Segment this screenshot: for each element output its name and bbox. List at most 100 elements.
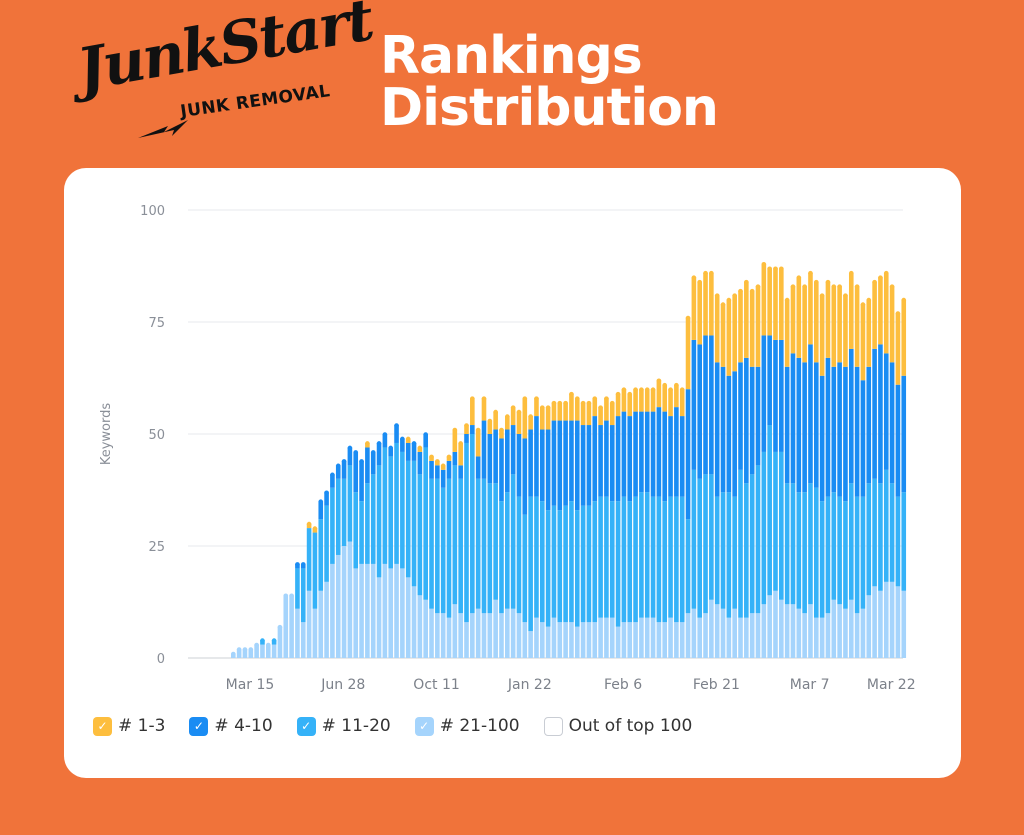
- legend-item[interactable]: ✓ # 4-10: [189, 716, 273, 736]
- bar-segment-1-3: [837, 286, 842, 363]
- bar-segment-4-10: [697, 344, 702, 479]
- bar-segment-21-100: [586, 622, 592, 658]
- bar-segment-4-10: [883, 353, 889, 470]
- bar-segment-11-20: [732, 496, 737, 609]
- legend-checkbox[interactable]: [543, 716, 563, 736]
- bar-stack: [586, 400, 592, 658]
- bar-segment-11-20: [586, 505, 592, 623]
- bar-segment-4-10: [674, 407, 679, 497]
- bar-segment-4-10: [662, 411, 668, 502]
- bar-segment-4-10: [539, 429, 545, 502]
- bar-segment-1-3: [516, 411, 522, 434]
- bar-stack: [679, 387, 685, 658]
- bar-segment-4-10: [901, 375, 907, 493]
- bar-segment-11-20: [429, 478, 434, 609]
- legend-checkbox[interactable]: ✓: [296, 716, 316, 736]
- bar-cap: [732, 293, 737, 298]
- bar-segment-21-100: [493, 599, 498, 658]
- bar-cap: [848, 270, 854, 276]
- legend-item[interactable]: ✓ # 11-20: [296, 716, 391, 736]
- bar-cap: [819, 293, 825, 298]
- bar-segment-4-10: [819, 375, 825, 502]
- bar-segment-11-20: [534, 496, 539, 618]
- bar-segment-4-10: [353, 451, 359, 493]
- bar-segment-4-10: [609, 425, 615, 502]
- bar-cap: [534, 396, 539, 401]
- bar-segment-11-20: [318, 519, 324, 591]
- y-tick-label: 100: [140, 204, 165, 219]
- bar-segment-21-100: [866, 595, 872, 658]
- bar-segment-4-10: [784, 366, 790, 484]
- legend-item[interactable]: ✓ # 1-3: [93, 716, 165, 736]
- bar-segment-1-3: [848, 272, 854, 349]
- legend-checkbox[interactable]: ✓: [414, 716, 434, 736]
- bar-segment-1-3: [703, 272, 708, 336]
- legend-checkbox[interactable]: ✓: [189, 716, 209, 736]
- bar-segment-11-20: [720, 492, 726, 609]
- bar-segment-21-100: [860, 608, 866, 658]
- bar-segment-4-10: [592, 416, 598, 502]
- bar-segment-21-100: [843, 608, 848, 658]
- bar-segment-21-100: [464, 622, 469, 658]
- bar-stack: [709, 270, 714, 658]
- bar-segment-11-20: [341, 478, 347, 546]
- bar-cap: [854, 284, 860, 289]
- x-tick-label: Mar 22: [867, 677, 916, 693]
- y-axis-label: Keywords: [99, 403, 114, 466]
- bar-segment-11-20: [376, 465, 382, 578]
- bar-stack: [231, 651, 236, 658]
- bar-cap: [359, 459, 364, 464]
- bar-segment-21-100: [580, 622, 586, 658]
- bar-segment-21-100: [423, 599, 428, 658]
- bar-segment-1-3: [633, 389, 638, 412]
- bar-cap: [487, 418, 493, 424]
- bar-segment-11-20: [767, 425, 772, 596]
- bar-segment-1-3: [691, 277, 697, 340]
- bar-segment-1-3: [644, 389, 650, 412]
- legend-checkbox[interactable]: ✓: [93, 716, 112, 736]
- bar-segment-11-20: [324, 505, 329, 582]
- bar-segment-4-10: [668, 416, 673, 497]
- bar-segment-1-3: [790, 286, 796, 354]
- bar-stack: [411, 441, 417, 658]
- bar-stack: [481, 396, 487, 658]
- bar-segment-4-10: [854, 366, 860, 497]
- bar-stack: [767, 266, 772, 658]
- bar-stack: [843, 293, 848, 658]
- bar-segment-1-3: [901, 299, 907, 376]
- bar-segment-11-20: [901, 492, 907, 591]
- bar-stack: [435, 459, 440, 658]
- bar-cap: [598, 405, 603, 410]
- bar-segment-1-3: [522, 398, 528, 439]
- bar-segment-21-100: [668, 617, 673, 658]
- bar-cap: [662, 382, 668, 388]
- bar-segment-21-100: [685, 613, 691, 658]
- bar-cap: [709, 270, 714, 276]
- legend-item[interactable]: Out of top 100: [543, 716, 692, 736]
- bar-stack: [557, 400, 563, 658]
- bar-stack: [644, 387, 650, 658]
- bar-segment-11-20: [755, 465, 761, 614]
- bar-segment-11-20: [679, 496, 685, 623]
- bar-segment-11-20: [627, 501, 633, 623]
- bar-segment-11-20: [452, 465, 458, 605]
- bar-cap: [470, 396, 475, 401]
- bar-cap: [580, 400, 586, 406]
- bar-segment-21-100: [376, 577, 382, 658]
- bar-stack: [330, 472, 335, 658]
- bar-stack: [639, 387, 644, 658]
- bar-cap: [843, 293, 848, 298]
- bar-cap: [341, 459, 347, 464]
- bar-segment-21-100: [534, 617, 539, 658]
- bar-cap: [679, 387, 685, 393]
- bar-stack: [744, 279, 749, 658]
- bar-segment-21-100: [767, 595, 772, 658]
- bar-cap: [604, 396, 609, 401]
- bar-cap: [755, 284, 761, 289]
- bar-segment-1-3: [621, 389, 627, 412]
- bar-cap: [866, 297, 872, 303]
- bar-segment-11-20: [878, 483, 883, 591]
- bar-segment-21-100: [802, 613, 807, 658]
- bar-segment-11-20: [773, 451, 778, 591]
- legend-item[interactable]: ✓ # 21-100: [414, 716, 520, 736]
